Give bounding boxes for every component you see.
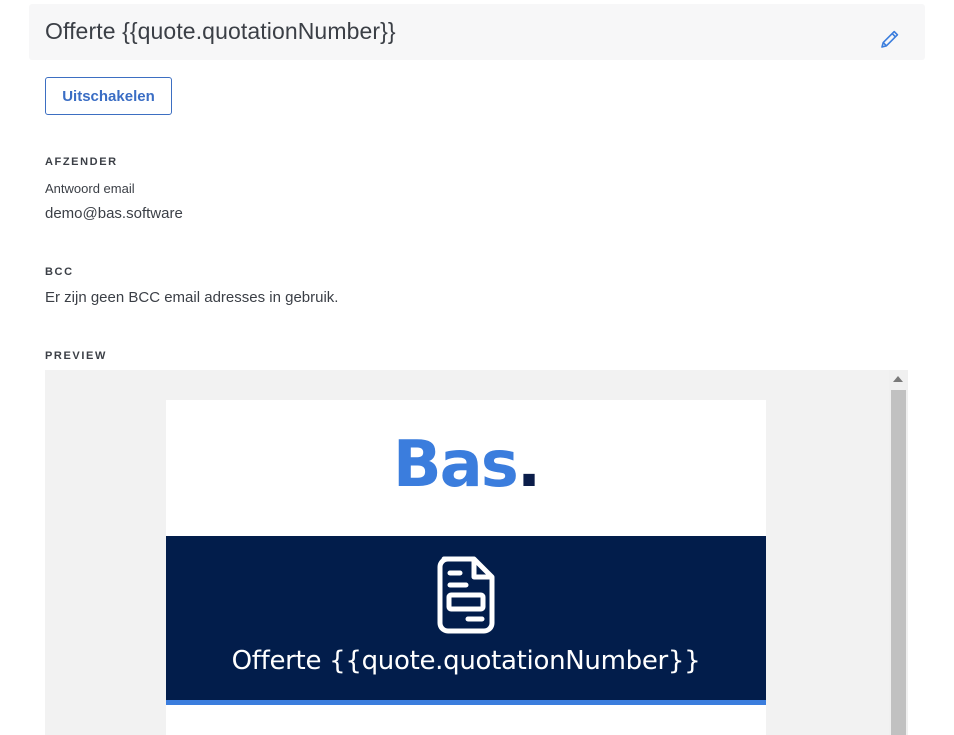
email-preview-frame[interactable]: Bas. Offerte {{quote.quotationNumber}} [45,370,908,735]
pencil-icon [881,30,899,48]
document-icon [437,556,495,634]
bas-logo: Bas. [166,428,766,502]
disable-button[interactable]: Uitschakelen [45,77,172,115]
email-banner: Offerte {{quote.quotationNumber}} [166,536,766,705]
logo-text: Bas [392,428,519,502]
logo-dot: . [516,428,541,502]
template-header: Offerte {{quote.quotationNumber}} [29,4,925,60]
scroll-thumb[interactable] [891,390,906,735]
bcc-section-label: BCC [45,266,74,278]
scroll-up-arrow-icon[interactable] [893,376,903,382]
email-template-page: Offerte {{quote.quotationNumber}} Uitsch… [0,0,954,735]
sender-section-label: AFZENDER [45,156,118,168]
edit-button[interactable] [879,28,901,50]
bcc-value: Er zijn geen BCC email adresses in gebru… [45,289,339,306]
reply-email-label: Antwoord email [45,181,135,196]
preview-scrollbar[interactable] [889,370,908,735]
template-title: Offerte {{quote.quotationNumber}} [45,18,396,44]
email-banner-title: Offerte {{quote.quotationNumber}} [231,646,701,676]
email-preview-card: Bas. Offerte {{quote.quotationNumber}} [166,400,766,735]
reply-email-value: demo@bas.software [45,205,183,222]
preview-section-label: PREVIEW [45,350,107,362]
